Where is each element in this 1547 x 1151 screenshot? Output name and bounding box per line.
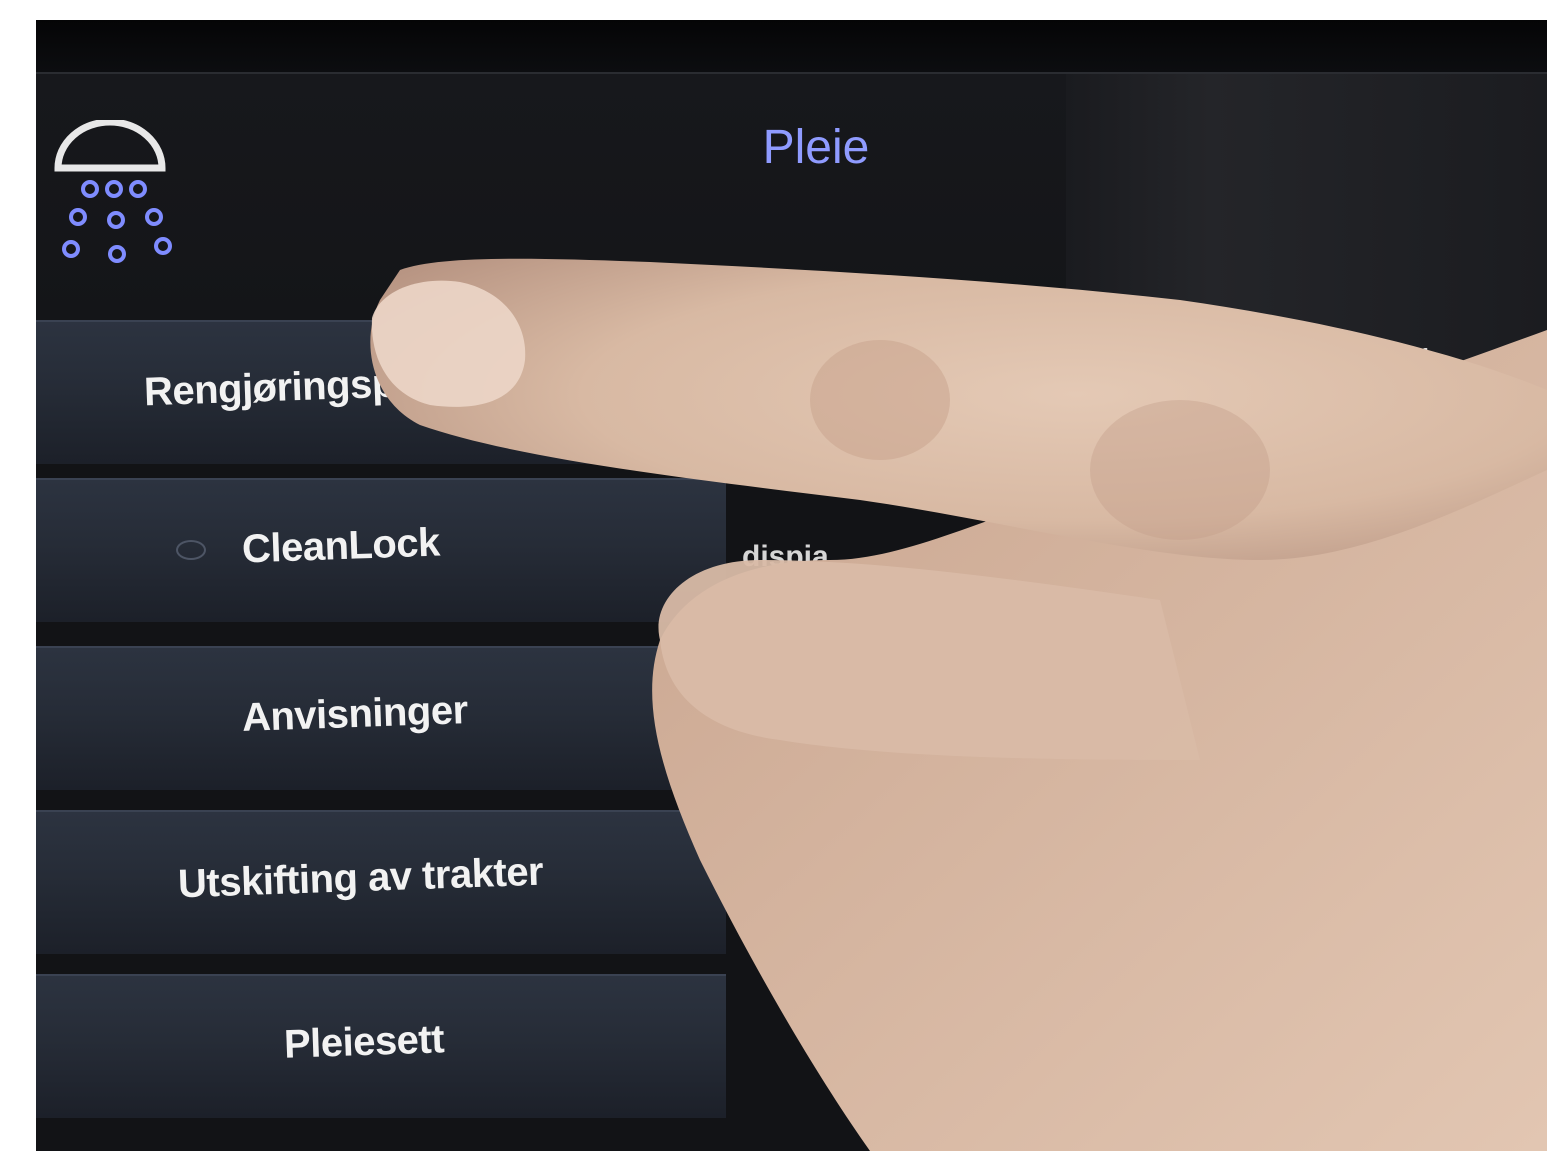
care-shower-icon: [54, 120, 172, 263]
menu-item-label: Rengjøringsp: [143, 361, 397, 415]
menu-item-cleanlock[interactable]: CleanLock: [36, 478, 726, 622]
page-title: Pleie: [762, 121, 870, 174]
touchscreen: Pleie programmer dispia Rengjøringsp Cle…: [36, 20, 1547, 1151]
menu-item-care-kit[interactable]: Pleiesett: [36, 974, 726, 1118]
menu-item-label: Utskifting av trakter: [177, 849, 544, 907]
screen-bezel: [36, 20, 1547, 74]
menu-item-cleaning-program[interactable]: Rengjøringsp: [36, 320, 726, 464]
status-dot-icon: [176, 540, 206, 560]
menu-item-programmer-label: programmer: [1215, 334, 1429, 383]
menu-item-label: Pleiesett: [283, 1017, 445, 1067]
menu-item-label: Anvisninger: [241, 688, 469, 740]
partial-label: dispia: [742, 540, 829, 573]
menu-item-funnel-replacement[interactable]: Utskifting av trakter: [36, 810, 726, 954]
menu-item-instructions[interactable]: Anvisninger: [36, 646, 726, 790]
menu-item-label: CleanLock: [241, 520, 441, 572]
